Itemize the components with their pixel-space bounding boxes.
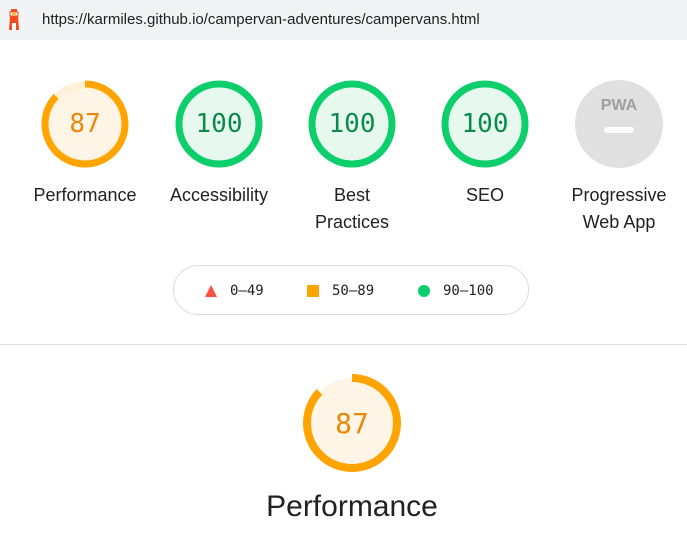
- pwa-icon: PWA: [575, 80, 663, 168]
- gauge-label: Accessibility: [169, 185, 269, 205]
- gauge-score: 87: [69, 109, 101, 139]
- gauge-score: 100: [195, 109, 243, 139]
- legend-fail: 0–49: [204, 283, 264, 299]
- pwa-badge-text: PWA: [601, 97, 638, 114]
- legend-average-label: 50–89: [332, 283, 375, 299]
- gauge-label: Best Practices: [287, 182, 417, 236]
- performance-gauge-large: 87: [302, 373, 402, 473]
- gauge-performance[interactable]: 87: [41, 80, 129, 168]
- gauge-label-text: Best Practices: [314, 185, 390, 232]
- legend-pass-label: 90–100: [443, 283, 494, 299]
- gauge-score: 87: [335, 406, 369, 440]
- circle-icon: [418, 285, 430, 297]
- gauge-label-text: Progressive Web App: [571, 185, 667, 232]
- section-title: Performance: [266, 490, 438, 523]
- gauge-best-practices[interactable]: 100: [308, 80, 396, 168]
- url-text[interactable]: https://karmiles.github.io/campervan-adv…: [42, 11, 480, 28]
- lighthouse-icon: [9, 9, 19, 30]
- gauge-label: Performance: [33, 185, 137, 205]
- legend-average: 50–89: [306, 283, 374, 299]
- address-bar: https://karmiles.github.io/campervan-adv…: [0, 0, 687, 40]
- gauge-label: Progressive Web App: [554, 182, 684, 236]
- legend-pass: 90–100: [417, 283, 494, 299]
- gauge-score: 100: [461, 109, 509, 139]
- gauge-score: 100: [328, 109, 376, 139]
- legend-fail-label: 0–49: [230, 283, 264, 299]
- square-icon: [307, 285, 319, 297]
- gauge-accessibility[interactable]: 100: [175, 80, 263, 168]
- gauge-label: SEO: [465, 185, 504, 205]
- gauge-pwa[interactable]: PWA: [575, 80, 663, 168]
- divider: [0, 344, 687, 345]
- triangle-icon: [205, 285, 217, 297]
- gauge-seo[interactable]: 100: [441, 80, 529, 168]
- score-scale-legend: 0–49 50–89 90–100: [173, 265, 529, 315]
